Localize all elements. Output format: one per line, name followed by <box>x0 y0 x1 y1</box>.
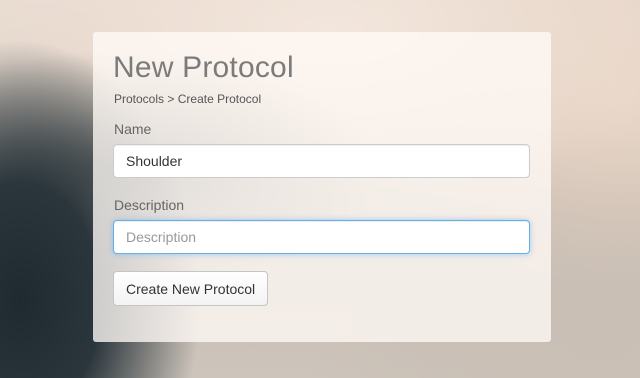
breadcrumb: Protocols > Create Protocol <box>114 92 261 106</box>
name-input[interactable] <box>113 144 530 178</box>
form-panel: New Protocol Protocols > Create Protocol… <box>93 32 551 342</box>
description-input[interactable] <box>113 220 530 254</box>
breadcrumb-parent-link[interactable]: Protocols <box>114 92 164 106</box>
breadcrumb-current: Create Protocol <box>177 92 262 106</box>
name-label: Name <box>114 121 152 137</box>
page-title: New Protocol <box>113 51 294 84</box>
description-label: Description <box>114 197 185 213</box>
create-protocol-button[interactable]: Create New Protocol <box>113 271 269 306</box>
breadcrumb-separator: > <box>167 92 175 106</box>
